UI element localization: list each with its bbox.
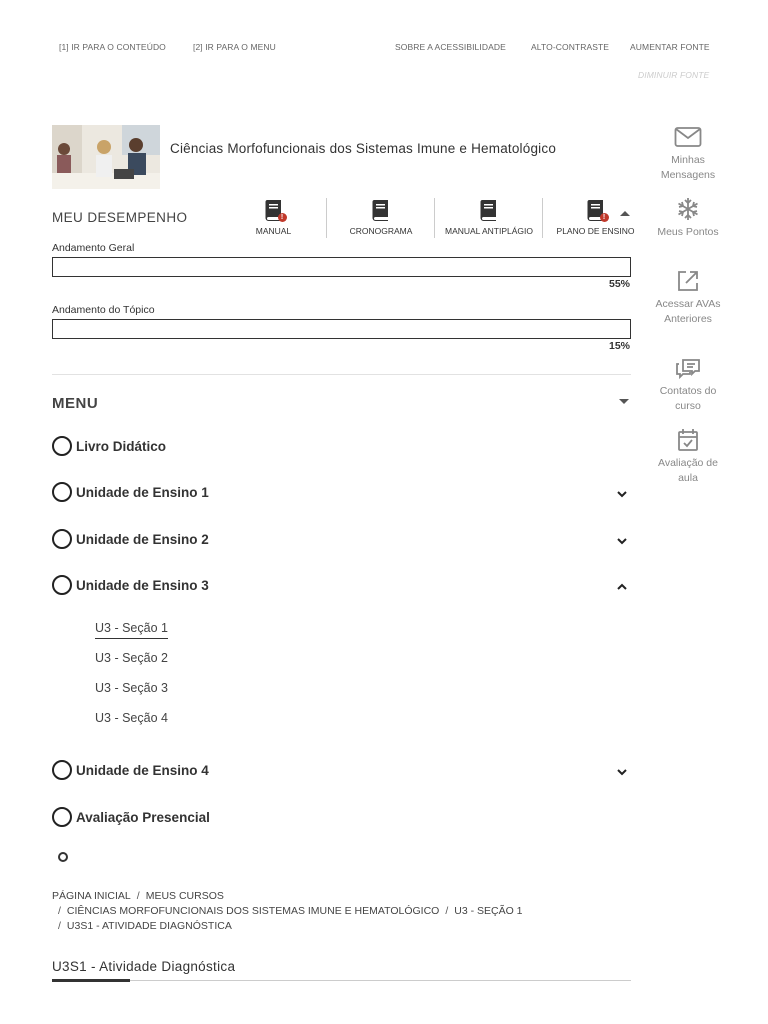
- menu-item-unidade-2[interactable]: Unidade de Ensino 2: [52, 529, 632, 553]
- menu-item-label: Unidade de Ensino 4: [76, 763, 209, 778]
- radio-circle-icon: [52, 529, 72, 549]
- snowflake-icon: [674, 197, 702, 221]
- external-link-icon: [674, 269, 702, 293]
- menu-item-label: Unidade de Ensino 3: [76, 578, 209, 593]
- envelope-icon: [674, 125, 702, 149]
- calendar-check-icon: [674, 428, 702, 452]
- small-circle-icon: [58, 852, 68, 862]
- book-icon: [368, 198, 394, 222]
- tool-label: MANUAL ANTIPLÁGIO: [444, 226, 533, 236]
- menu-item-avaliacao-presencial[interactable]: Avaliação Presencial: [52, 807, 632, 831]
- topic-progress-percent: 15%: [608, 340, 630, 352]
- decrease-font-link[interactable]: DIMINUIR FONTE: [638, 70, 709, 80]
- course-title: Ciências Morfofuncionais dos Sistemas Im…: [170, 141, 557, 156]
- menu-item-unidade-4[interactable]: Unidade de Ensino 4: [52, 760, 632, 784]
- menu-item-livro-didatico[interactable]: Livro Didático: [52, 436, 632, 460]
- alert-badge: !: [599, 213, 609, 222]
- breadcrumb: PÁGINA INICIAL / MEUS CURSOS / CIÊNCIAS MOR…: [52, 890, 523, 932]
- general-progress-percent: 55%: [608, 278, 630, 290]
- skip-to-content-link[interactable]: [1] IR PARA O CONTEÚDO: [59, 42, 166, 52]
- topic-progress-fill: [53, 320, 140, 338]
- menu-item-unidade-3[interactable]: Unidade de Ensino 3: [52, 575, 632, 599]
- general-progress-label: Andamento Geral: [52, 242, 135, 254]
- tool-label: CRONOGRAMA: [349, 226, 413, 236]
- chat-bubbles-icon: [674, 356, 702, 380]
- alert-badge: !: [277, 213, 287, 222]
- rail-evaluation[interactable]: Avaliação de aula: [648, 428, 728, 485]
- page-heading: U3S1 - Atividade Diagnóstica: [52, 959, 236, 974]
- tool-label: MANUAL: [255, 226, 292, 236]
- radio-circle-icon: [52, 436, 72, 456]
- submenu-item-u3-secao-3[interactable]: U3 - Seção 3: [95, 681, 168, 695]
- book-icon: !: [583, 198, 609, 222]
- chevron-down-icon[interactable]: [616, 535, 628, 547]
- book-icon: [476, 198, 502, 222]
- section-divider: [52, 374, 631, 375]
- submenu-item-u3-secao-4[interactable]: U3 - Seção 4: [95, 711, 168, 725]
- rail-previous-avas[interactable]: Acessar AVAs Anteriores: [648, 269, 728, 326]
- breadcrumb-activity[interactable]: U3S1 - ATIVIDADE DIAGNÓSTICA: [67, 920, 232, 932]
- manual-tool[interactable]: ! MANUAL: [220, 198, 327, 238]
- rail-messages[interactable]: Minhas Mensagens: [648, 125, 728, 182]
- menu-item-label: Unidade de Ensino 2: [76, 532, 209, 547]
- chevron-up-icon[interactable]: [616, 581, 628, 593]
- high-contrast-link[interactable]: ALTO-CONTRASTE: [531, 42, 609, 52]
- chevron-down-icon[interactable]: [616, 766, 628, 778]
- rail-evaluation-label: Avaliação de aula: [658, 457, 718, 484]
- radio-circle-icon: [52, 482, 72, 502]
- breadcrumb-home[interactable]: PÁGINA INICIAL: [52, 890, 131, 902]
- antiplagiarism-tool[interactable]: MANUAL ANTIPLÁGIO: [435, 198, 543, 238]
- submenu-item-u3-secao-2[interactable]: U3 - Seção 2: [95, 651, 168, 665]
- breadcrumb-section[interactable]: U3 - SEÇÃO 1: [454, 905, 522, 917]
- teaching-plan-tool[interactable]: ! PLANO DE ENSINO: [543, 198, 648, 238]
- menu-title: MENU: [52, 395, 99, 412]
- radio-circle-icon: [52, 575, 72, 595]
- breadcrumb-my-courses[interactable]: MEUS CURSOS: [146, 890, 224, 902]
- menu-toggle-caret-icon[interactable]: [619, 399, 629, 404]
- page-heading-accent: [52, 979, 130, 982]
- chevron-down-icon[interactable]: [616, 488, 628, 500]
- accessibility-bar: [1] IR PARA O CONTEÚDO [2] IR PARA O MEN…: [0, 42, 768, 82]
- rail-points-label: Meus Pontos: [657, 226, 719, 238]
- menu-item-label: Avaliação Presencial: [76, 810, 210, 825]
- breadcrumb-course[interactable]: CIÊNCIAS MORFOFUNCIONAIS DOS SISTEMAS IM…: [67, 905, 439, 917]
- topic-progress-bar: [52, 319, 631, 339]
- radio-circle-icon: [52, 807, 72, 827]
- rail-contacts-label: Contatos do curso: [659, 385, 717, 412]
- book-icon: !: [261, 198, 287, 222]
- tool-label: PLANO DE ENSINO: [556, 226, 635, 236]
- general-progress-bar: [52, 257, 631, 277]
- course-thumbnail: [52, 125, 160, 189]
- general-progress-fill: [53, 258, 370, 276]
- about-accessibility-link[interactable]: SOBRE A ACESSIBILIDADE: [395, 42, 506, 52]
- increase-font-link[interactable]: AUMENTAR FONTE: [630, 42, 710, 52]
- skip-to-menu-link[interactable]: [2] IR PARA O MENU: [193, 42, 276, 52]
- submenu-item-u3-secao-1[interactable]: U3 - Seção 1: [95, 621, 168, 639]
- menu-item-label: Unidade de Ensino 1: [76, 485, 209, 500]
- rail-previous-label: Acessar AVAs Anteriores: [655, 298, 721, 325]
- schedule-tool[interactable]: CRONOGRAMA: [327, 198, 435, 238]
- course-tools: ! MANUAL CRONOGRAMA MANUAL ANTIPLÁGIO ! …: [220, 198, 650, 240]
- rail-contacts[interactable]: Contatos do curso: [648, 356, 728, 413]
- rail-points[interactable]: Meus Pontos: [648, 197, 728, 240]
- menu-item-unidade-1[interactable]: Unidade de Ensino 1: [52, 482, 632, 506]
- collapse-caret-icon[interactable]: [620, 211, 630, 216]
- rail-messages-label: Minhas Mensagens: [660, 154, 716, 181]
- menu-item-label: Livro Didático: [76, 439, 167, 454]
- topic-progress-label: Andamento do Tópico: [52, 304, 155, 316]
- performance-title: MEU DESEMPENHO: [52, 210, 188, 225]
- page-heading-rule: [52, 980, 631, 981]
- radio-circle-icon: [52, 760, 72, 780]
